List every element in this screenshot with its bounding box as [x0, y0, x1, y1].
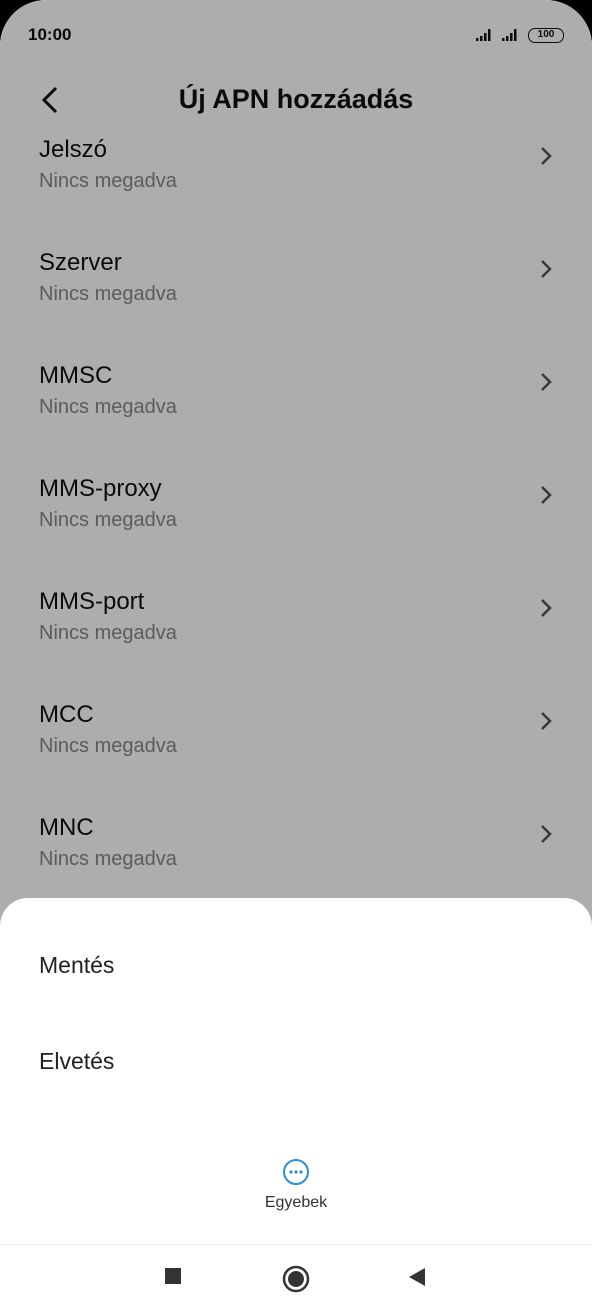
more-button[interactable]: Egyebek: [236, 1158, 356, 1222]
discard-button[interactable]: Elvetés: [39, 1048, 114, 1075]
save-button[interactable]: Mentés: [39, 952, 114, 979]
back-triangle-icon[interactable]: [408, 1267, 426, 1287]
phone-screen: 10:00 100 Új APN hozzáadás Jelszó Nincs …: [0, 0, 592, 1316]
more-dots-icon: [283, 1159, 309, 1185]
home-circle-icon[interactable]: [282, 1265, 310, 1293]
system-nav-bar: [0, 1244, 592, 1316]
recents-square-icon[interactable]: [164, 1267, 182, 1285]
more-label: Egyebek: [264, 1194, 328, 1211]
